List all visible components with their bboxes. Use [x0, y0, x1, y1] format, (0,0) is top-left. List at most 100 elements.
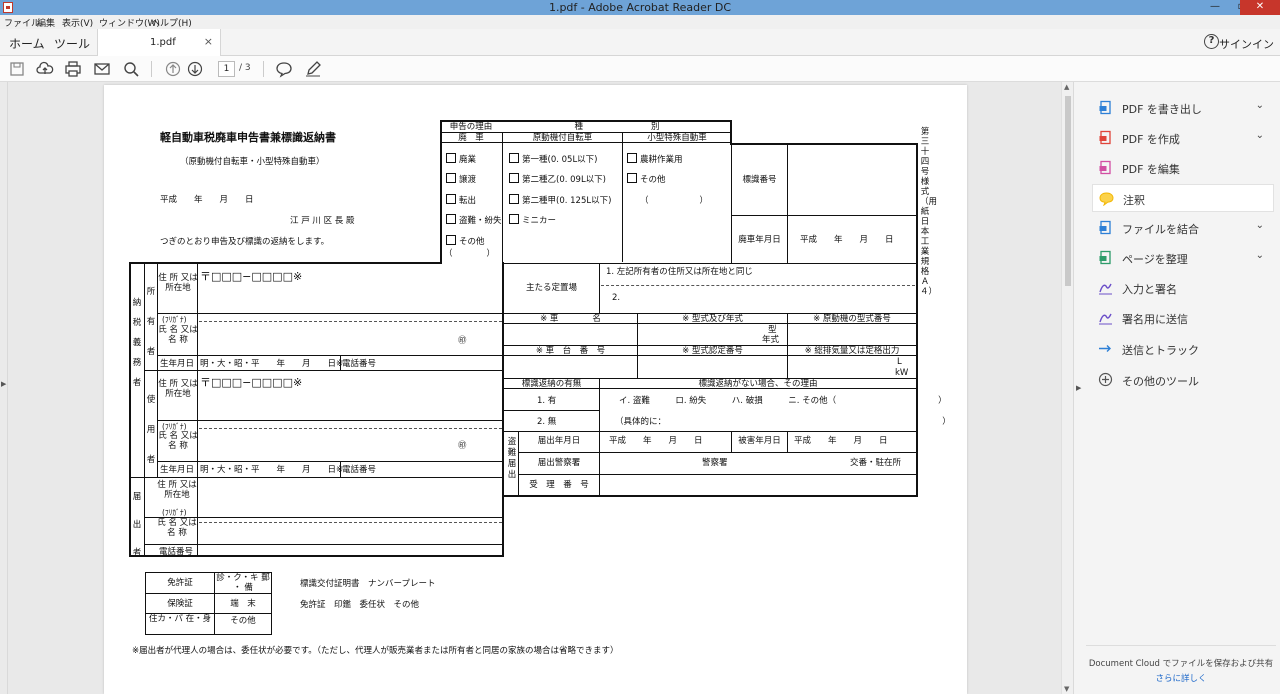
class-checkbox[interactable]: [509, 194, 519, 204]
scroll-up-icon[interactable]: ▲: [1064, 83, 1069, 91]
tool-item-label: ファイルを結合: [1122, 223, 1199, 236]
toolbar-separator: [151, 61, 152, 77]
close-window-button[interactable]: ✕: [1240, 0, 1280, 15]
scrollbar-thumb[interactable]: [1065, 96, 1071, 286]
kogata-checkbox[interactable]: [627, 173, 637, 183]
email-icon[interactable]: [93, 60, 111, 78]
haiki-label: ※ 総排気量又は定格出力: [804, 346, 900, 356]
reason-label: その他: [459, 237, 485, 247]
tab-home[interactable]: ホーム: [9, 35, 45, 52]
keisatsu-suffix: 警察署: [702, 458, 728, 468]
minimize-button[interactable]: —: [1202, 0, 1228, 15]
page-number-input[interactable]: 1: [218, 61, 235, 77]
tool-item[interactable]: PDF を書き出し ⌄: [1092, 94, 1274, 122]
kogata-checkbox[interactable]: [627, 153, 637, 163]
pen-icon[interactable]: [304, 60, 322, 78]
form-line: [518, 474, 917, 475]
reason-other-blank: （ ）: [444, 249, 496, 259]
menu-bar: ファイル 編集 表示(V) ウィンドウ(W) ヘルプ(H): [0, 15, 1280, 29]
tool-item[interactable]: 注釈: [1092, 184, 1274, 212]
send-track-icon: [1099, 345, 1111, 352]
previous-page-icon[interactable]: [164, 60, 182, 78]
help-icon[interactable]: ?: [1204, 34, 1219, 49]
search-icon[interactable]: [122, 60, 140, 78]
form-side-note: 第三十四号様式（用紙日本工業規格Ａ４）: [920, 127, 938, 297]
form-line: [787, 143, 788, 263]
left-panel-toggle[interactable]: ▶: [0, 82, 8, 694]
tool-item[interactable]: 署名用に送信: [1092, 304, 1274, 332]
form-footer-note: ※届出者が代理人の場合は、委任状が必要です。（ただし、代理人が販売業者または所有…: [132, 646, 619, 656]
chevron-down-icon[interactable]: ⌄: [1256, 250, 1264, 261]
reason-checkbox[interactable]: [446, 153, 456, 163]
close-tab-icon[interactable]: ×: [204, 35, 213, 48]
l-unit: L: [897, 357, 902, 367]
document-cloud-text: Document Cloud でファイルを保存および共有: [1088, 659, 1274, 669]
tab-tools[interactable]: ツール: [54, 35, 90, 52]
haisha-date-label: 廃車年月日: [738, 235, 781, 245]
tool-item-label: ページを整理: [1122, 253, 1188, 266]
form-line: [145, 634, 272, 635]
send-for-signature-icon: [1099, 313, 1112, 325]
form-line: [145, 544, 503, 545]
tab-document-label: 1.pdf: [150, 37, 176, 48]
chevron-down-icon[interactable]: ⌄: [1256, 220, 1264, 231]
class-checkbox[interactable]: [509, 214, 519, 224]
upload-cloud-icon[interactable]: [36, 60, 54, 78]
comment-icon[interactable]: [275, 60, 293, 78]
kata-label: 型: [768, 325, 777, 335]
reason-label: 転出: [459, 196, 477, 206]
form-line: [130, 477, 503, 478]
kogata-label: その他: [640, 175, 666, 185]
learn-more-link[interactable]: さらに詳しく: [1088, 672, 1274, 684]
menu-edit[interactable]: 編集: [37, 16, 55, 29]
filer-furigana: (ﾌﾘｶﾞﾅ): [162, 508, 187, 517]
collapse-panel-icon[interactable]: ▶: [1076, 384, 1081, 392]
fill-sign-icon: [1099, 283, 1112, 295]
tool-item[interactable]: ページを整理 ⌄: [1092, 244, 1274, 272]
reason-checkbox[interactable]: [446, 235, 456, 245]
tool-item[interactable]: 入力と署名: [1092, 274, 1274, 302]
juri-label: 受 理 番 号: [529, 480, 589, 490]
menu-help[interactable]: ヘルプ(H): [151, 16, 192, 29]
form-line: [271, 572, 272, 634]
tool-item[interactable]: PDF を作成 ⌄: [1092, 124, 1274, 152]
class-checkbox[interactable]: [509, 153, 519, 163]
form-line: [129, 262, 131, 556]
form-line: [622, 132, 623, 262]
tool-item[interactable]: 送信とトラック: [1092, 335, 1274, 363]
save-icon[interactable]: [8, 60, 26, 78]
reason-checkbox[interactable]: [446, 214, 456, 224]
teichi-option-2: 2.: [612, 293, 621, 303]
tool-item[interactable]: その他のツール: [1092, 366, 1274, 394]
tool-item[interactable]: PDF を編集: [1092, 154, 1274, 182]
teichi-label: 主たる定置場: [525, 283, 577, 293]
more-tools-icon: [1098, 372, 1113, 387]
tool-item[interactable]: ファイルを結合 ⌄: [1092, 214, 1274, 242]
scroll-down-icon[interactable]: ▼: [1064, 685, 1069, 693]
higai-date-value: 平成 年 月 日: [794, 436, 888, 446]
tab-document[interactable]: 1.pdf ×: [97, 29, 221, 56]
class-label: 第一種(0. 05L以下): [522, 155, 598, 165]
print-icon[interactable]: [64, 60, 82, 78]
owner-phone-label: 電話番号: [342, 359, 377, 369]
furigana-dashline: [199, 321, 502, 322]
user-phone-label: 電話番号: [342, 465, 377, 475]
chevron-down-icon[interactable]: ⌄: [1256, 100, 1264, 111]
toolbar-separator: [263, 61, 264, 77]
form-line: [787, 432, 788, 452]
menu-file[interactable]: ファイル: [4, 16, 40, 29]
reason-checkbox[interactable]: [446, 173, 456, 183]
kind-header: 種 別: [574, 122, 660, 132]
vertical-scrollbar[interactable]: ▲ ▼: [1061, 82, 1073, 694]
chevron-down-icon[interactable]: ⌄: [1256, 130, 1264, 141]
create-pdf-icon: [1099, 130, 1111, 145]
form-line: [158, 313, 503, 314]
class-checkbox[interactable]: [509, 173, 519, 183]
signin-link[interactable]: サインイン: [1219, 36, 1274, 52]
reason-checkbox[interactable]: [446, 194, 456, 204]
form-line: [144, 263, 145, 555]
user-name-label: 氏 名 又は 名 称: [158, 431, 198, 451]
next-page-icon[interactable]: [186, 60, 204, 78]
form-line: [144, 370, 503, 371]
menu-view[interactable]: 表示(V): [62, 16, 93, 29]
